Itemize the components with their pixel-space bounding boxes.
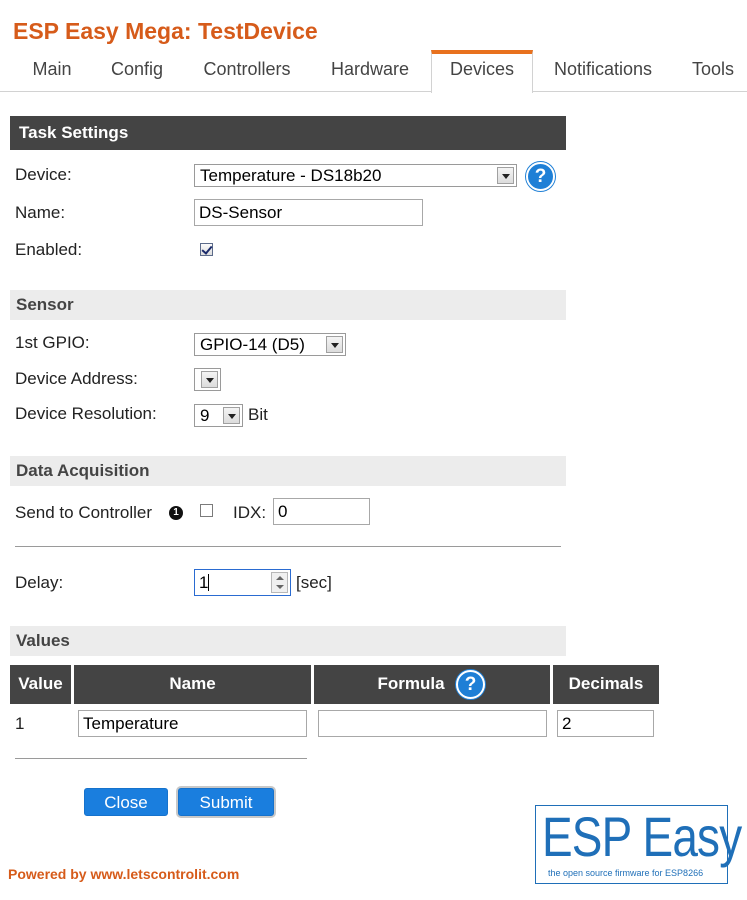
delay-unit: [sec]	[296, 573, 332, 592]
divider	[15, 546, 561, 547]
gpio-select[interactable]: GPIO-14 (D5)	[194, 333, 346, 356]
powered-by-link[interactable]: Powered by www.letscontrolit.com	[8, 866, 239, 882]
delay-spinner[interactable]	[271, 572, 288, 593]
delay-label: Delay:	[15, 573, 64, 592]
device-resolution-select[interactable]: 9	[194, 404, 243, 427]
resolution-unit: Bit	[248, 405, 268, 424]
tab-devices[interactable]: Devices	[431, 50, 533, 93]
device-select[interactable]: Temperature - DS18b20	[194, 164, 517, 187]
section-data-acquisition: Data Acquisition	[10, 456, 566, 486]
device-select-value: Temperature - DS18b20	[200, 166, 382, 185]
device-label: Device:	[15, 165, 72, 184]
question-circle-icon[interactable]: ?	[456, 670, 485, 699]
page-title: ESP Easy Mega: TestDevice	[13, 18, 318, 44]
gpio-select-value: GPIO-14 (D5)	[200, 335, 305, 354]
send-to-controller-checkbox[interactable]	[200, 504, 213, 517]
tab-main[interactable]: Main	[14, 50, 90, 92]
enabled-label: Enabled:	[15, 240, 83, 259]
text-cursor	[208, 574, 210, 591]
column-header-value: Value	[10, 665, 71, 704]
section-task-settings: Task Settings	[10, 116, 566, 150]
tab-bar: Main Config Controllers Hardware Devices…	[0, 50, 747, 93]
gpio-label: 1st GPIO:	[15, 333, 90, 352]
column-header-decimals: Decimals	[553, 665, 659, 704]
device-resolution-value: 9	[200, 406, 210, 425]
delay-input[interactable]: 1	[194, 569, 291, 596]
column-header-name: Name	[74, 665, 311, 704]
section-values: Values	[10, 626, 566, 656]
column-header-formula: Formula	[314, 665, 550, 704]
chevron-down-icon	[201, 371, 218, 388]
name-input[interactable]: DS-Sensor	[194, 199, 423, 226]
send-to-controller-label: Send to Controller	[15, 503, 153, 522]
value-name-input[interactable]: Temperature	[78, 710, 307, 737]
chevron-down-icon	[223, 407, 240, 424]
chevron-down-icon	[497, 167, 514, 184]
chevron-down-icon	[326, 336, 343, 353]
divider	[15, 758, 307, 759]
logo-tagline: the open source firmware for ESP8266	[548, 868, 704, 878]
logo-text: ESP Easy	[542, 805, 742, 868]
device-address-label: Device Address:	[15, 369, 138, 388]
question-circle-icon[interactable]: ?	[526, 162, 555, 191]
tab-tools[interactable]: Tools	[682, 50, 744, 92]
name-label: Name:	[15, 203, 66, 222]
value-index: 1	[15, 714, 25, 733]
tab-controllers[interactable]: Controllers	[188, 50, 306, 92]
tab-hardware[interactable]: Hardware	[318, 50, 422, 92]
spin-down-icon[interactable]	[276, 585, 284, 589]
spin-up-icon[interactable]	[276, 576, 284, 580]
value-decimals-input[interactable]: 2	[557, 710, 654, 737]
enabled-checkbox[interactable]	[200, 243, 213, 256]
submit-button[interactable]: Submit	[178, 788, 274, 816]
tab-config[interactable]: Config	[98, 50, 176, 92]
info-dot-icon: 1	[169, 506, 183, 520]
value-formula-input[interactable]	[318, 710, 547, 737]
idx-label: IDX:	[233, 503, 267, 522]
section-sensor: Sensor	[10, 290, 566, 320]
idx-input[interactable]: 0	[273, 498, 370, 525]
esp-easy-logo: ESP Easy the open source firmware for ES…	[535, 805, 742, 884]
tab-notifications[interactable]: Notifications	[544, 50, 662, 92]
device-address-select[interactable]	[194, 368, 221, 391]
close-button[interactable]: Close	[84, 788, 168, 816]
device-resolution-label: Device Resolution:	[15, 404, 157, 423]
delay-input-value: 1	[199, 573, 209, 592]
